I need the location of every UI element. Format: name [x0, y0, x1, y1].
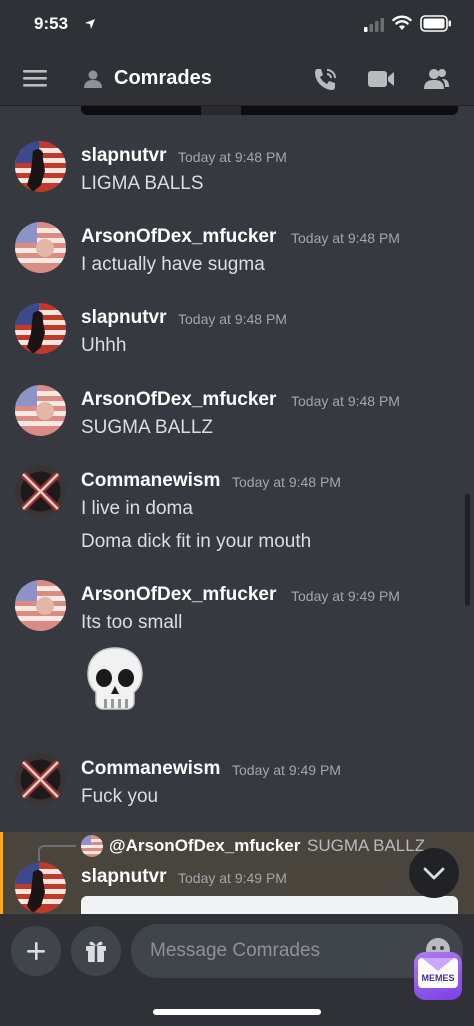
chevron-down-icon [423, 867, 445, 880]
reply-avatar [81, 835, 103, 857]
timestamp: Today at 9:49 PM [291, 588, 400, 604]
attach-button[interactable] [11, 926, 61, 976]
message-text: Fuck you [81, 786, 159, 807]
gift-icon [86, 941, 106, 962]
user-avatar[interactable] [15, 222, 66, 273]
username[interactable]: ArsonOfDex_mfucker [81, 584, 276, 606]
reply-preview-text[interactable]: SUGMA BALLZ [307, 836, 425, 856]
group-dm-icon [84, 70, 102, 88]
location-arrow-icon [85, 19, 95, 29]
username[interactable]: ArsonOfDex_mfucker [81, 226, 276, 248]
gift-button[interactable] [71, 926, 121, 976]
memes-label: MEMES [421, 973, 455, 983]
user-avatar[interactable] [15, 466, 66, 517]
timestamp: Today at 9:48 PM [178, 149, 287, 165]
battery-icon [420, 15, 451, 32]
user-avatar[interactable] [15, 141, 66, 192]
username[interactable]: ArsonOfDex_mfucker [81, 389, 276, 411]
channel-header: Comrades [0, 52, 474, 106]
message-embed[interactable] [81, 896, 458, 914]
members-icon[interactable] [422, 66, 450, 92]
timestamp: Today at 9:48 PM [178, 311, 287, 327]
message-text: Doma dick fit in your mouth [81, 531, 312, 552]
channel-title: Comrades [114, 67, 212, 89]
user-avatar[interactable] [15, 385, 66, 436]
username[interactable]: Commanewism [81, 470, 220, 492]
message-text: Uhhh [81, 335, 127, 356]
scrollbar[interactable] [465, 494, 470, 606]
timestamp: Today at 9:48 PM [232, 474, 341, 490]
video-call-icon[interactable] [367, 68, 395, 90]
memes-app-icon[interactable]: MEMES [414, 952, 462, 1000]
message-text: I actually have sugma [81, 254, 265, 275]
timestamp: Today at 9:48 PM [291, 393, 400, 409]
voice-call-icon[interactable] [311, 66, 339, 94]
message-text: I live in doma [81, 498, 193, 519]
user-avatar[interactable] [15, 580, 66, 631]
home-indicator[interactable] [153, 1009, 321, 1015]
username[interactable]: slapnutvr [81, 145, 167, 167]
mention-indicator-bar [0, 832, 3, 914]
message-text: Its too small [81, 612, 183, 633]
timestamp: Today at 9:49 PM [232, 762, 341, 778]
message-text: SUGMA BALLZ [81, 417, 213, 438]
reply-mention[interactable]: @ArsonOfDex_mfucker [109, 836, 300, 856]
embed-image-bottom[interactable] [81, 106, 458, 115]
timestamp: Today at 9:48 PM [291, 230, 400, 246]
cellular-signal-icon [364, 18, 384, 32]
user-avatar[interactable] [15, 303, 66, 354]
username[interactable]: slapnutvr [81, 307, 167, 329]
hamburger-menu-icon[interactable] [22, 67, 48, 89]
message-text: LIGMA BALLS [81, 173, 204, 194]
wifi-icon [392, 15, 412, 30]
username[interactable]: Commanewism [81, 758, 220, 780]
timestamp: Today at 9:49 PM [178, 870, 287, 886]
status-bar: 9:53 [0, 0, 474, 52]
reply-connector [38, 845, 76, 861]
user-avatar[interactable] [15, 862, 66, 913]
status-time: 9:53 [34, 14, 69, 33]
plus-icon [27, 942, 45, 960]
message-list[interactable]: slapnutvr Today at 9:48 PM LIGMA BALLS A… [0, 106, 474, 914]
user-avatar[interactable] [15, 754, 66, 805]
jump-to-present-button[interactable] [409, 848, 459, 898]
username[interactable]: slapnutvr [81, 866, 167, 888]
skull-emoji [87, 647, 143, 710]
